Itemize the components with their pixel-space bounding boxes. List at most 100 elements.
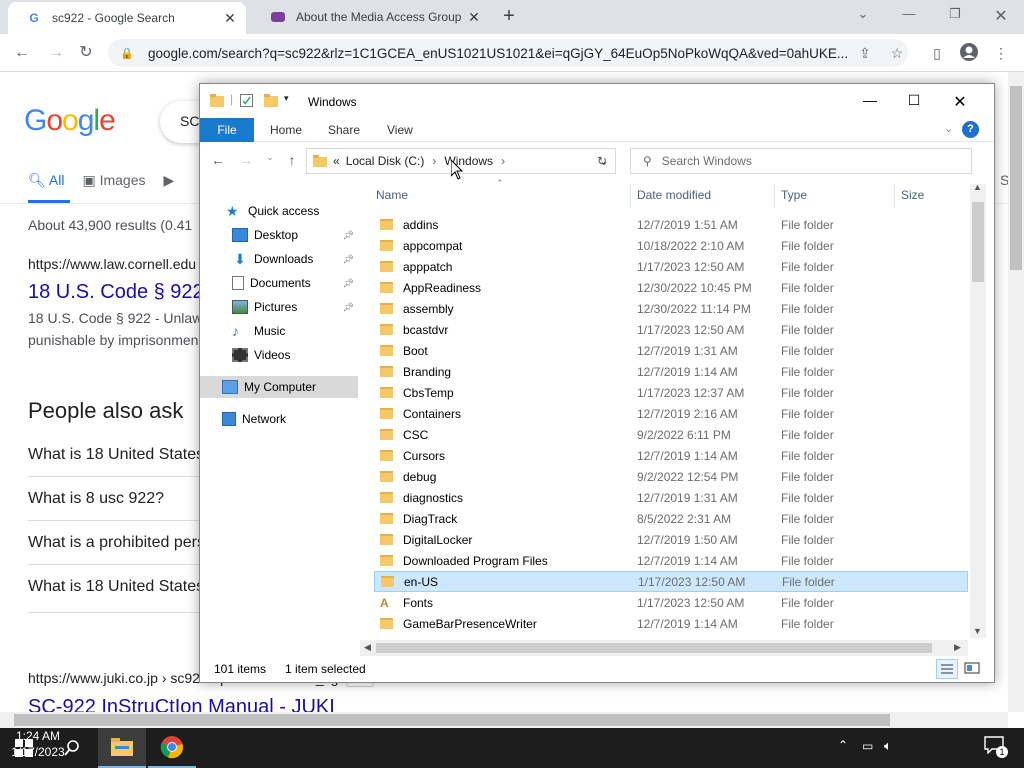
refresh-icon[interactable]: ↻ (590, 149, 614, 173)
scroll-down-icon[interactable]: ▼ (973, 626, 982, 636)
minimize-button[interactable]: — (856, 92, 884, 112)
ribbon-tab-share[interactable]: Share (328, 118, 360, 142)
file-row[interactable]: Boot 12/7/2019 1:31 AM File folder (374, 340, 968, 361)
page-scroll-thumb[interactable] (1010, 86, 1022, 270)
expand-ribbon-icon[interactable]: ⌄ (944, 122, 953, 135)
google-logo[interactable]: Google (24, 104, 116, 138)
column-size[interactable]: Size (901, 188, 924, 202)
forward-button[interactable]: → (44, 42, 68, 64)
paa-question[interactable]: What is 8 usc 922? (28, 490, 164, 508)
close-button[interactable]: ✕ (946, 92, 974, 112)
file-row[interactable]: Cursors 12/7/2019 1:14 AM File folder (374, 445, 968, 466)
file-row[interactable]: appcompat 10/18/2022 2:10 AM File folder (374, 235, 968, 256)
result-url[interactable]: https://www.law.cornell.edu (28, 256, 196, 272)
pin-icon[interactable]: 📌︎ (343, 230, 354, 241)
column-date-modified[interactable]: Date modified (637, 188, 711, 202)
restore-button[interactable]: ❐ (944, 6, 966, 26)
recent-locations-icon[interactable]: ⌄ (260, 152, 280, 172)
chevron-right-icon[interactable]: › (432, 154, 436, 168)
qat-dropdown-icon[interactable]: ▾ (284, 93, 289, 104)
tab-media-access[interactable]: About the Media Access Group a ✕ (252, 0, 490, 34)
file-row[interactable]: AppReadiness 12/30/2022 10:45 PM File fold… (374, 277, 968, 298)
result-title-link[interactable]: 18 U.S. Code § 922 (28, 281, 204, 304)
file-row[interactable]: CSC 9/2/2022 6:11 PM File folder (374, 424, 968, 445)
breadcrumb-overflow[interactable]: « (333, 154, 340, 168)
up-arrow-icon[interactable]: ↑ (282, 152, 302, 172)
file-row[interactable]: Branding 12/7/2019 1:14 AM File folder (374, 361, 968, 382)
tab-google-search[interactable]: G sc922 - Google Search ✕ (8, 2, 246, 34)
page-hscroll-thumb[interactable] (14, 714, 890, 726)
ribbon-tab-home[interactable]: Home (270, 118, 302, 142)
breadcrumb-local-disk[interactable]: Local Disk (C:) (346, 154, 425, 168)
nav-network[interactable]: Network (200, 408, 358, 430)
forward-arrow-icon[interactable]: → (236, 152, 256, 172)
back-arrow-icon[interactable]: ← (208, 152, 228, 172)
close-window-button[interactable]: ✕ (990, 6, 1012, 26)
chrome-taskbar-button[interactable] (148, 728, 196, 768)
nav-pictures[interactable]: Pictures 📌︎ (200, 296, 358, 318)
bookmark-star-icon[interactable]: ☆ (886, 42, 908, 64)
details-view-icon[interactable] (936, 659, 958, 679)
scroll-left-icon[interactable]: ◀ (364, 642, 371, 653)
nav-quick-access[interactable]: ★ Quick access (200, 200, 358, 222)
column-divider[interactable] (774, 184, 775, 208)
column-divider[interactable] (630, 184, 631, 208)
nav-documents[interactable]: Documents 📌︎ (200, 272, 358, 294)
nav-desktop[interactable]: Desktop 📌︎ (200, 224, 358, 246)
reload-button[interactable]: ↻ (74, 42, 98, 64)
network-status-icon[interactable]: ▭ (862, 739, 873, 753)
file-row[interactable]: A Fonts 1/17/2023 12:50 AM File folder (374, 592, 968, 613)
tab-all[interactable]: 🔍︎ All (28, 172, 64, 192)
volume-icon[interactable]: 🔈︎ (884, 738, 892, 754)
new-folder-icon[interactable] (264, 94, 278, 107)
notifications-button[interactable]: 1 (984, 736, 1008, 758)
file-row[interactable]: en-US 1/17/2023 12:50 AM File folder (374, 571, 968, 592)
pin-icon[interactable]: 📌︎ (343, 254, 354, 265)
large-icons-view-icon[interactable] (962, 659, 982, 679)
file-explorer-taskbar-button[interactable] (98, 728, 146, 768)
help-icon[interactable]: ? (962, 121, 979, 138)
back-button[interactable]: ← (10, 42, 34, 64)
file-row[interactable]: CbsTemp 1/17/2023 12:37 AM File folder (374, 382, 968, 403)
close-tab-icon[interactable]: ✕ (220, 10, 240, 27)
tab-images[interactable]: ▣ Images (82, 172, 145, 192)
file-row[interactable]: DigitalLocker 12/7/2019 1:50 AM File folde… (374, 529, 968, 550)
nav-downloads[interactable]: ⬇ Downloads 📌︎ (200, 248, 358, 270)
column-name[interactable]: Name (376, 188, 408, 202)
horizontal-scroll-thumb[interactable] (376, 643, 932, 653)
scroll-up-icon[interactable]: ▲ (973, 182, 982, 192)
vertical-scroll-thumb[interactable] (972, 202, 984, 282)
file-row[interactable]: diagnostics 12/7/2019 1:31 AM File folder (374, 487, 968, 508)
column-divider[interactable] (894, 184, 895, 208)
file-row[interactable]: apppatch 1/17/2023 12:50 AM File folder (374, 256, 968, 277)
share-icon[interactable]: ⇪ (854, 42, 876, 64)
start-button[interactable] (0, 728, 48, 768)
new-tab-button[interactable]: + (498, 6, 520, 28)
file-row[interactable]: Downloaded Program Files 12/7/2019 1:14 A… (374, 550, 968, 571)
properties-icon[interactable] (240, 94, 253, 107)
maximize-button[interactable]: ☐ (900, 92, 928, 112)
address-bar[interactable]: 🔒 google.com/search?q=sc922&rlz=1C1GCEA_… (108, 39, 908, 67)
file-row[interactable]: debug 9/2/2022 12:54 PM File folder (374, 466, 968, 487)
column-type[interactable]: Type (781, 188, 807, 202)
paa-question[interactable]: What is 18 United States (28, 578, 204, 596)
ribbon-tab-view[interactable]: View (387, 118, 413, 142)
paa-question[interactable]: What is 18 United States (28, 446, 204, 464)
ribbon-tab-file[interactable]: File (200, 118, 254, 142)
show-hidden-icons-icon[interactable]: ⌃ (838, 738, 848, 752)
search-button[interactable] (48, 728, 96, 768)
tab-search-icon[interactable]: ⌄ (852, 6, 874, 26)
file-row[interactable]: assembly 12/30/2022 11:14 PM File folder (374, 298, 968, 319)
nav-videos[interactable]: Videos (200, 344, 358, 366)
tab-more-icon[interactable]: ▶ (164, 172, 175, 192)
search-windows-input[interactable]: ⚲ Search Windows (630, 148, 972, 174)
profile-avatar-icon[interactable] (958, 42, 980, 64)
nav-music[interactable]: ♪ Music (200, 320, 358, 342)
close-tab-icon[interactable]: ✕ (464, 9, 484, 26)
nav-my-computer[interactable]: My Computer (200, 376, 358, 398)
side-panel-icon[interactable]: ▯ (926, 42, 948, 64)
menu-kebab-icon[interactable]: ⋮ (990, 42, 1012, 64)
scroll-right-icon[interactable]: ▶ (954, 642, 961, 653)
file-row[interactable]: DiagTrack 8/5/2022 2:31 AM File folder (374, 508, 968, 529)
minimize-button[interactable]: — (898, 6, 920, 26)
